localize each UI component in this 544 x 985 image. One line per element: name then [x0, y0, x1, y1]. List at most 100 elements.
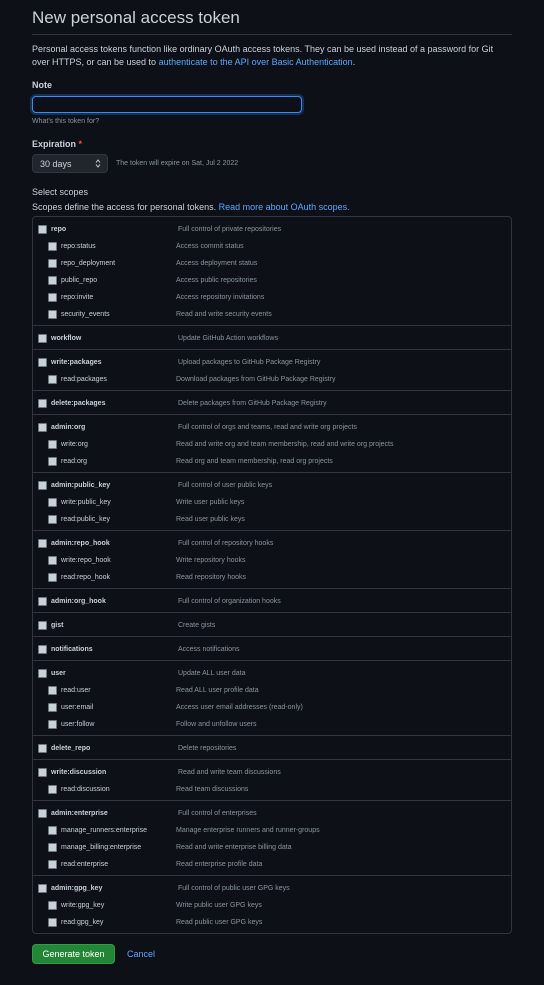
scope-description: Full control of private repositories [178, 226, 282, 233]
scope-checkbox[interactable] [38, 669, 47, 678]
scope-row[interactable]: admin:repo_hook Full control of repositor… [33, 535, 511, 552]
scope-checkbox[interactable] [38, 399, 47, 408]
scope-checkbox[interactable] [48, 293, 57, 302]
sub-scope-row[interactable]: write:public_key Write user public keys [33, 494, 511, 511]
scope-checkbox[interactable] [48, 826, 57, 835]
expiration-select[interactable]: 30 days [32, 154, 108, 173]
scope-row[interactable]: admin:org_hook Full control of organizati… [33, 593, 511, 610]
scope-checkbox[interactable] [48, 573, 57, 582]
scope-row[interactable]: repo Full control of private repositories [33, 221, 511, 238]
scope-name: admin:org [51, 424, 86, 431]
scope-name: write:org [61, 441, 88, 448]
sub-scope-row[interactable]: read:discussion Read team discussions [33, 781, 511, 798]
scope-name: security_events [61, 311, 110, 318]
scope-row[interactable]: notifications Access notifications [33, 641, 511, 658]
sub-scope-row[interactable]: write:org Read and write org and team mem… [33, 436, 511, 453]
scope-checkbox[interactable] [48, 918, 57, 927]
scope-checkbox[interactable] [48, 498, 57, 507]
sub-scope-row[interactable]: read:repo_hook Read repository hooks [33, 569, 511, 586]
sub-scope-row[interactable]: write:repo_hook Write repository hooks [33, 552, 511, 569]
scope-checkbox[interactable] [48, 785, 57, 794]
scope-checkbox[interactable] [48, 901, 57, 910]
scope-row[interactable]: delete:packages Delete packages from GitH… [33, 395, 511, 412]
sub-scope-row[interactable]: manage_runners:enterprise Manage enterpri… [33, 822, 511, 839]
scope-description: Write repository hooks [176, 557, 246, 564]
cancel-link[interactable]: Cancel [127, 949, 155, 959]
scope-description: Full control of organization hooks [178, 598, 281, 605]
scope-description: Update GitHub Action workflows [178, 335, 278, 342]
scope-row[interactable]: gist Create gists [33, 617, 511, 634]
scope-checkbox[interactable] [48, 515, 57, 524]
sub-scope-row[interactable]: manage_billing:enterprise Read and write … [33, 839, 511, 856]
scope-group: notifications Access notifications [33, 637, 511, 661]
scope-checkbox[interactable] [48, 457, 57, 466]
oauth-scopes-link[interactable]: Read more about OAuth scopes. [219, 202, 350, 212]
scope-name: manage_runners:enterprise [61, 827, 147, 834]
scope-checkbox[interactable] [38, 334, 47, 343]
scope-row[interactable]: admin:public_key Full control of user pub… [33, 477, 511, 494]
scope-checkbox[interactable] [38, 358, 47, 367]
scope-checkbox[interactable] [38, 884, 47, 893]
scope-checkbox[interactable] [38, 621, 47, 630]
sub-scope-row[interactable]: repo:status Access commit status [33, 238, 511, 255]
sub-scope-row[interactable]: read:org Read org and team membership, re… [33, 453, 511, 470]
scope-name: read:packages [61, 376, 107, 383]
scope-checkbox[interactable] [48, 375, 57, 384]
scope-checkbox[interactable] [38, 809, 47, 818]
expiration-selected: 30 days [40, 158, 72, 169]
sub-scope-row[interactable]: read:gpg_key Read public user GPG keys [33, 914, 511, 931]
scope-row[interactable]: admin:enterprise Full control of enterpri… [33, 805, 511, 822]
scope-row[interactable]: admin:gpg_key Full control of public user… [33, 880, 511, 897]
scope-row[interactable]: user Update ALL user data [33, 665, 511, 682]
scope-checkbox[interactable] [48, 843, 57, 852]
scope-checkbox[interactable] [48, 720, 57, 729]
sub-scope-row[interactable]: write:gpg_key Write public user GPG keys [33, 897, 511, 914]
scope-description: Full control of enterprises [178, 810, 257, 817]
scope-checkbox[interactable] [38, 744, 47, 753]
scope-checkbox[interactable] [48, 310, 57, 319]
scope-description: Full control of user public keys [178, 482, 273, 489]
sub-scope-row[interactable]: read:user Read ALL user profile data [33, 682, 511, 699]
sub-scope-row[interactable]: read:enterprise Read enterprise profile d… [33, 856, 511, 873]
scope-checkbox[interactable] [48, 259, 57, 268]
scope-checkbox[interactable] [48, 440, 57, 449]
scope-checkbox[interactable] [38, 225, 47, 234]
scope-checkbox[interactable] [48, 686, 57, 695]
scope-group: admin:gpg_key Full control of public user… [33, 876, 511, 933]
scope-checkbox[interactable] [48, 242, 57, 251]
scope-checkbox[interactable] [48, 276, 57, 285]
scope-description: Access commit status [176, 243, 244, 250]
sub-scope-row[interactable]: public_repo Access public repositories [33, 272, 511, 289]
basic-auth-link[interactable]: authenticate to the API over Basic Authe… [159, 57, 353, 67]
scope-description: Access public repositories [176, 277, 257, 284]
scope-row[interactable]: admin:org Full control of orgs and teams,… [33, 419, 511, 436]
scope-row[interactable]: delete_repo Delete repositories [33, 740, 511, 757]
scope-name: write:repo_hook [61, 557, 111, 564]
sub-scope-row[interactable]: user:follow Follow and unfollow users [33, 716, 511, 733]
sub-scope-row[interactable]: repo:invite Access repository invitations [33, 289, 511, 306]
scope-checkbox[interactable] [48, 703, 57, 712]
sub-scope-row[interactable]: security_events Read and write security e… [33, 306, 511, 323]
scope-checkbox[interactable] [48, 556, 57, 565]
scope-row[interactable]: write:packages Upload packages to GitHub … [33, 354, 511, 371]
scope-name: manage_billing:enterprise [61, 844, 142, 851]
scope-checkbox[interactable] [38, 481, 47, 490]
scope-row[interactable]: workflow Update GitHub Action workflows [33, 330, 511, 347]
scope-checkbox[interactable] [38, 539, 47, 548]
scope-description: Read user public keys [176, 516, 245, 523]
sub-scope-row[interactable]: read:public_key Read user public keys [33, 511, 511, 528]
sub-scope-row[interactable]: repo_deployment Access deployment status [33, 255, 511, 272]
sub-scope-row[interactable]: user:email Access user email addresses (r… [33, 699, 511, 716]
sub-scope-row[interactable]: read:packages Download packages from GitH… [33, 371, 511, 388]
scope-checkbox[interactable] [38, 768, 47, 777]
scope-checkbox[interactable] [48, 860, 57, 869]
token-form: New personal access token Personal acces… [32, 0, 512, 964]
scope-description: Read ALL user profile data [176, 687, 259, 694]
scope-description: Read and write enterprise billing data [176, 844, 292, 851]
scope-row[interactable]: write:discussion Read and write team disc… [33, 764, 511, 781]
scope-checkbox[interactable] [38, 423, 47, 432]
scope-checkbox[interactable] [38, 645, 47, 654]
scope-checkbox[interactable] [38, 597, 47, 606]
generate-token-button[interactable]: Generate token [32, 944, 115, 964]
note-input[interactable] [32, 96, 302, 113]
